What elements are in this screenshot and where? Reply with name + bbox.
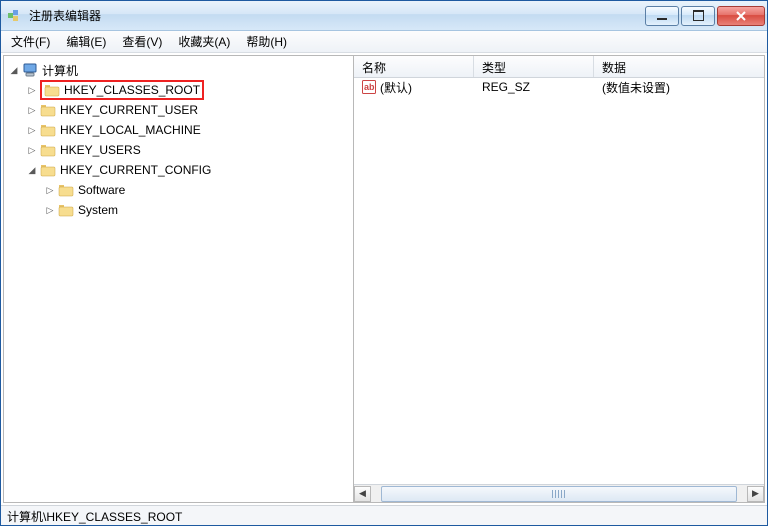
menubar: 文件(F) 编辑(E) 查看(V) 收藏夹(A) 帮助(H) (1, 31, 767, 53)
scroll-right-button[interactable]: ▶ (747, 486, 764, 502)
list-pane: 名称 类型 数据 ab (默认) REG_SZ (数值未设置) (354, 56, 764, 502)
highlight-hkcr: HKEY_CLASSES_ROOT (40, 80, 204, 100)
tree-node-computer[interactable]: ◢ 计算机 (4, 60, 353, 80)
expand-icon[interactable]: ▷ (26, 124, 38, 136)
value-data: (数值未设置) (594, 79, 764, 96)
registry-editor-window: 注册表编辑器 文件(F) 编辑(E) 查看(V) 收藏夹(A) 帮助(H) ◢ (0, 0, 768, 526)
tree-node-hkcu[interactable]: ▷ HKEY_CURRENT_USER (22, 100, 353, 120)
tree-label-system: System (78, 203, 118, 217)
folder-icon (40, 162, 56, 178)
menu-help[interactable]: 帮助(H) (238, 31, 295, 52)
collapse-icon[interactable]: ◢ (26, 164, 38, 176)
folder-icon (58, 202, 74, 218)
tree-node-software[interactable]: ▷ Software (40, 180, 353, 200)
tree-label-hku: HKEY_USERS (60, 143, 141, 157)
column-header-name[interactable]: 名称 (354, 56, 474, 77)
column-header-type[interactable]: 类型 (474, 56, 594, 77)
list-body[interactable]: ab (默认) REG_SZ (数值未设置) (354, 78, 764, 484)
list-row[interactable]: ab (默认) REG_SZ (数值未设置) (354, 78, 764, 96)
value-name: (默认) (380, 79, 412, 96)
expand-icon[interactable]: ▷ (26, 144, 38, 156)
tree-label-computer: 计算机 (42, 62, 78, 79)
menu-view[interactable]: 查看(V) (114, 31, 170, 52)
svg-text:ab: ab (364, 82, 375, 92)
folder-icon (40, 122, 56, 138)
expand-icon[interactable]: ▷ (44, 204, 56, 216)
list-header: 名称 类型 数据 (354, 56, 764, 78)
maximize-button[interactable] (681, 6, 715, 26)
regedit-app-icon (7, 8, 23, 24)
folder-icon (40, 142, 56, 158)
close-icon (735, 10, 747, 22)
expand-icon[interactable]: ▷ (44, 184, 56, 196)
status-path: 计算机\HKEY_CLASSES_ROOT (7, 510, 182, 524)
computer-icon (22, 62, 38, 78)
tree-label-software: Software (78, 183, 125, 197)
string-value-icon: ab (362, 80, 376, 94)
expand-icon[interactable]: ▷ (26, 84, 38, 96)
window-controls (645, 6, 765, 26)
collapse-icon[interactable]: ◢ (8, 64, 20, 76)
folder-icon (40, 102, 56, 118)
titlebar: 注册表编辑器 (1, 1, 767, 31)
tree-node-hkcc[interactable]: ◢ HKEY_CURRENT_CONFIG (22, 160, 353, 180)
scroll-left-button[interactable]: ◀ (354, 486, 371, 502)
tree-label-hkcr: HKEY_CLASSES_ROOT (64, 83, 200, 97)
tree-node-system[interactable]: ▷ System (40, 200, 353, 220)
folder-icon (58, 182, 74, 198)
column-header-data[interactable]: 数据 (594, 56, 764, 77)
tree-node-hklm[interactable]: ▷ HKEY_LOCAL_MACHINE (22, 120, 353, 140)
value-type: REG_SZ (474, 80, 594, 94)
folder-icon (44, 82, 60, 98)
tree-label-hkcu: HKEY_CURRENT_USER (60, 103, 198, 117)
close-button[interactable] (717, 6, 765, 26)
window-title: 注册表编辑器 (29, 7, 645, 24)
menu-file[interactable]: 文件(F) (3, 31, 58, 52)
statusbar: 计算机\HKEY_CLASSES_ROOT (1, 505, 767, 525)
menu-edit[interactable]: 编辑(E) (58, 31, 114, 52)
horizontal-scrollbar[interactable]: ◀ ▶ (354, 484, 764, 502)
tree-pane[interactable]: ◢ 计算机 ▷ (4, 56, 354, 502)
tree-label-hkcc: HKEY_CURRENT_CONFIG (60, 163, 211, 177)
scroll-track[interactable] (371, 486, 747, 502)
menu-favorites[interactable]: 收藏夹(A) (170, 31, 238, 52)
tree-node-hkcr[interactable]: ▷ HKEY_CLASSES_ROOT (22, 80, 353, 100)
tree-label-hklm: HKEY_LOCAL_MACHINE (60, 123, 201, 137)
expand-icon[interactable]: ▷ (26, 104, 38, 116)
tree-node-hku[interactable]: ▷ HKEY_USERS (22, 140, 353, 160)
content-area: ◢ 计算机 ▷ (3, 55, 765, 503)
scroll-thumb[interactable] (381, 486, 737, 502)
minimize-button[interactable] (645, 6, 679, 26)
